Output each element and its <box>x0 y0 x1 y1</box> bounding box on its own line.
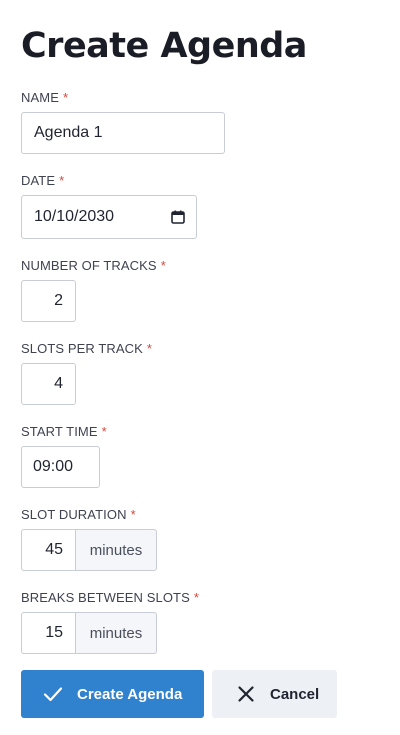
required-marker: * <box>59 173 65 188</box>
start-time-input[interactable]: 09:00 <box>21 446 100 488</box>
date-input-value: 10/10/2030 <box>34 208 115 225</box>
date-label-text: DATE <box>21 173 56 188</box>
tracks-input-value: 2 <box>54 292 63 309</box>
create-agenda-button[interactable]: Create Agenda <box>21 670 204 718</box>
required-marker: * <box>160 258 166 273</box>
tracks-input[interactable]: 2 <box>21 280 76 322</box>
cancel-button-label: Cancel <box>270 685 320 703</box>
breaks-input-value: 15 <box>45 624 63 641</box>
tracks-label: NUMBER OF TRACKS * <box>21 258 166 274</box>
slot-duration-label: SLOT DURATION * <box>21 507 136 523</box>
create-agenda-button-label: Create Agenda <box>77 685 183 703</box>
name-label: NAME * <box>21 90 68 106</box>
calendar-icon[interactable] <box>171 210 185 224</box>
name-input-value: Agenda 1 <box>34 124 103 141</box>
breaks-label: BREAKS BETWEEN SLOTS * <box>21 590 199 606</box>
slots-input[interactable]: 4 <box>21 363 76 405</box>
slot-duration-group: 45 minutes <box>21 529 157 571</box>
date-label: DATE * <box>21 173 64 189</box>
slots-label: SLOTS PER TRACK * <box>21 341 152 357</box>
required-marker: * <box>193 590 200 605</box>
required-marker: * <box>130 507 136 522</box>
required-marker: * <box>146 341 153 356</box>
breaks-group: 15 minutes <box>21 612 157 654</box>
name-label-text: NAME <box>21 90 59 105</box>
slot-duration-label-text: SLOT DURATION <box>21 507 127 522</box>
slot-duration-input[interactable]: 45 <box>21 529 75 571</box>
date-input[interactable]: 10/10/2030 <box>21 195 197 239</box>
tracks-label-text: NUMBER OF TRACKS <box>21 258 157 273</box>
name-input[interactable]: Agenda 1 <box>21 112 225 154</box>
required-marker: * <box>101 424 107 439</box>
slot-duration-unit: minutes <box>75 529 157 571</box>
breaks-input[interactable]: 15 <box>21 612 75 654</box>
slot-duration-input-value: 45 <box>45 541 63 558</box>
breaks-label-text: BREAKS BETWEEN SLOTS <box>21 590 190 605</box>
close-icon <box>236 684 256 704</box>
start-time-input-value: 09:00 <box>33 458 74 475</box>
page-title: Create Agenda <box>21 26 307 66</box>
breaks-unit: minutes <box>75 612 157 654</box>
start-time-label-text: START TIME <box>21 424 98 439</box>
slots-input-value: 4 <box>54 375 63 392</box>
cancel-button[interactable]: Cancel <box>212 670 337 718</box>
start-time-label: START TIME * <box>21 424 107 440</box>
required-marker: * <box>62 90 69 105</box>
check-icon <box>43 684 63 704</box>
slots-label-text: SLOTS PER TRACK <box>21 341 143 356</box>
